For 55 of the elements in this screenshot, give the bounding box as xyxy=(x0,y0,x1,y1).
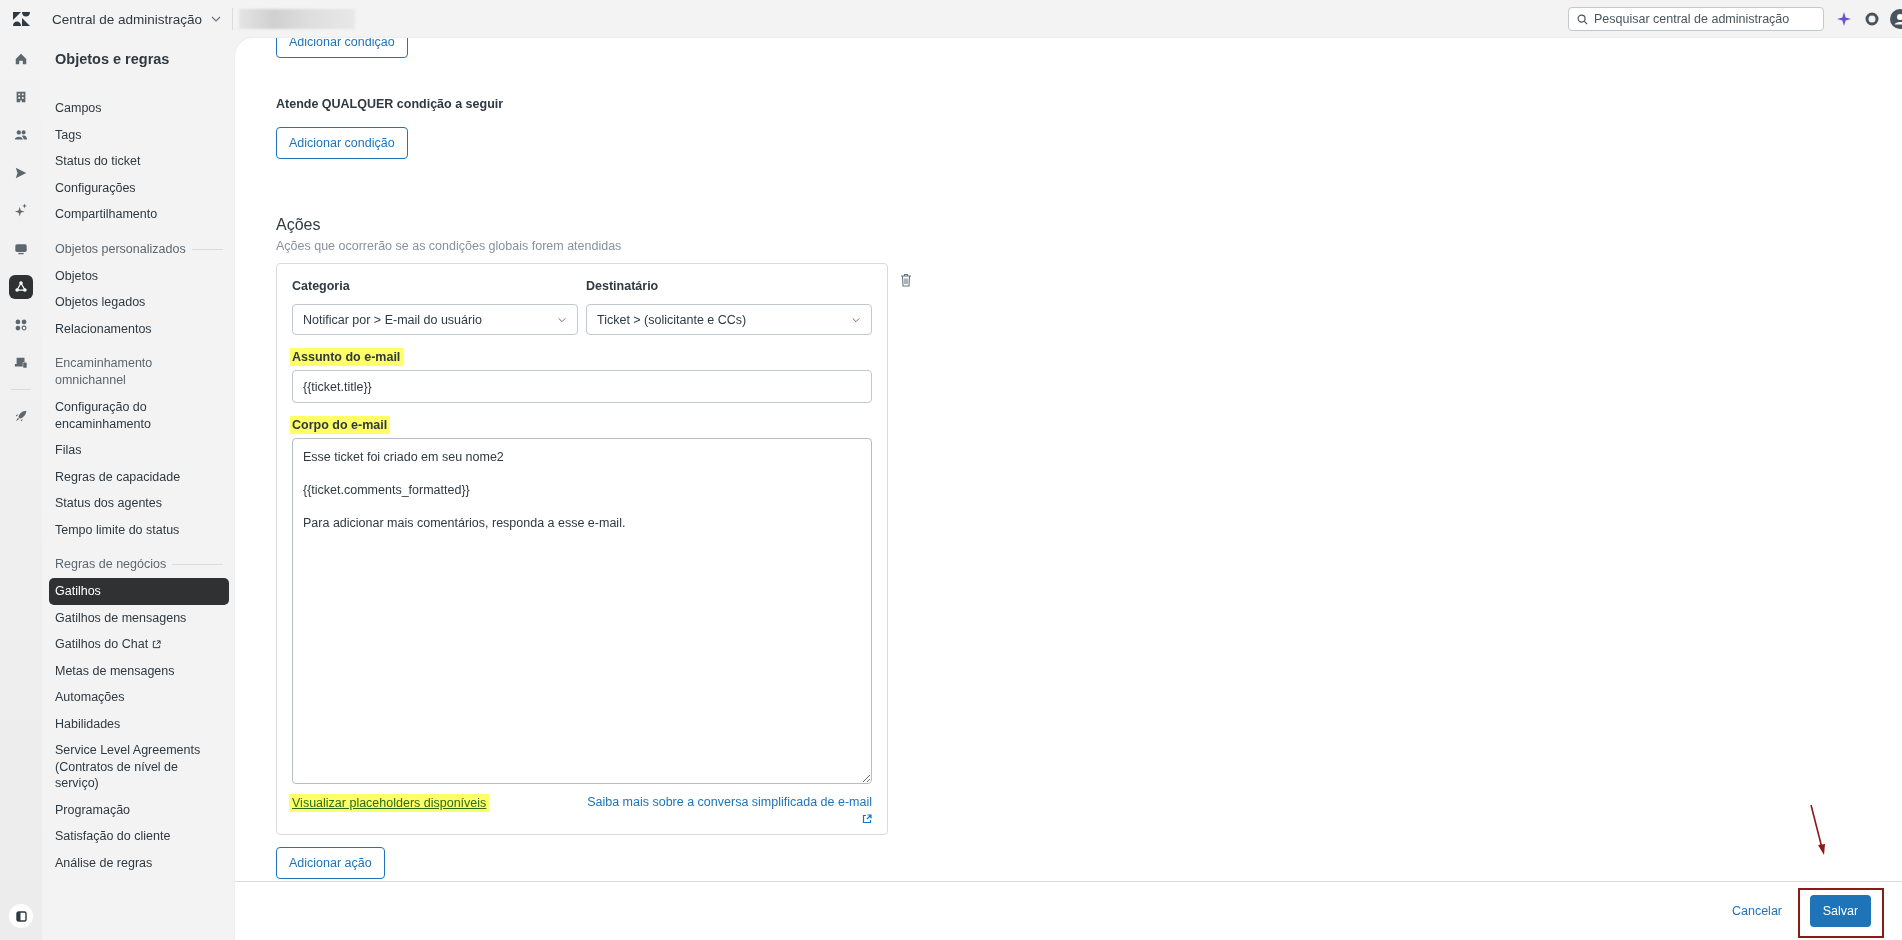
logo-icon[interactable] xyxy=(12,12,30,26)
external-link-icon[interactable] xyxy=(862,814,872,824)
add-action-button[interactable]: Adicionar ação xyxy=(276,847,385,879)
body-field[interactable]: Esse ticket foi criado em seu nome2 {{ticket.comments_formatted}} Para adicionar mais comentários, responda a esse e-mail. xyxy=(292,438,872,784)
sidebar-item[interactable]: Configurações xyxy=(49,174,229,201)
section-heading: Regras de negócios xyxy=(55,556,167,573)
search-field[interactable]: Pesquisar central de administração xyxy=(1568,7,1824,31)
sidebar-item[interactable]: Satisfação do cliente xyxy=(49,823,229,850)
sidebar-toggle-icon[interactable] xyxy=(9,904,33,928)
external-link-icon xyxy=(152,640,162,649)
help-icon[interactable] xyxy=(1864,11,1880,27)
recipient-select[interactable]: Ticket > (solicitante e CCs) xyxy=(586,304,872,335)
save-button[interactable]: Salvar xyxy=(1810,895,1871,927)
field-label: Corpo do e-mail xyxy=(290,416,391,434)
sidebar-item[interactable]: Gatilhos de mensagens xyxy=(49,604,229,631)
learn-more-link[interactable]: Saiba mais sobre a conversa simplificada de e-mail xyxy=(587,794,872,810)
field-label: Categoria xyxy=(291,278,351,295)
sidebar-item[interactable]: Filas xyxy=(49,437,229,464)
sidebar-item[interactable]: Gatilhos do Chat xyxy=(49,631,229,658)
search-icon xyxy=(1577,13,1588,25)
section-title: Ações xyxy=(276,215,321,235)
sidebar-item[interactable]: Objetos legados xyxy=(49,289,229,316)
sidebar-item[interactable]: Tempo limite do status xyxy=(49,516,229,543)
sidebar-item[interactable]: Configuração do encaminhamento xyxy=(49,394,229,437)
field-label: Destinatário xyxy=(585,278,660,295)
sidebar-item[interactable]: Tags xyxy=(49,121,229,148)
section-heading: Encaminhamento omnichannel xyxy=(55,355,154,389)
sidebar-item[interactable]: Status dos agentes xyxy=(49,490,229,517)
cancel-link[interactable]: Cancelar xyxy=(1731,904,1782,918)
sidebar-item[interactable]: Status do ticket xyxy=(49,148,229,175)
product-name[interactable]: Central de administração xyxy=(52,11,203,27)
sidebar-item[interactable]: Programação xyxy=(49,796,229,823)
sidebar-item[interactable]: Metas de mensagens xyxy=(49,657,229,684)
placeholders-link[interactable]: Visualizar placeholders disponíveis xyxy=(289,794,490,812)
sidebar-item[interactable]: Compartilhamento xyxy=(49,201,229,228)
sidebar-item[interactable]: Service Level Agreements (Contratos de nível de serviço) xyxy=(49,737,229,797)
sparkle-icon[interactable] xyxy=(1836,11,1852,27)
sidebar-item[interactable]: Regras de capacidade xyxy=(49,463,229,490)
section-label: Atende QUALQUER condição a seguir xyxy=(276,96,504,112)
category-select[interactable]: Notificar por > E-mail do usuário xyxy=(292,304,578,335)
objects-icon[interactable] xyxy=(9,275,33,299)
sidebar-item[interactable]: Gatilhos xyxy=(49,578,229,605)
section-heading: Objetos personalizados xyxy=(55,240,186,258)
section-subtitle: Ações que ocorrerão se as condições globais forem atendidas xyxy=(276,238,622,254)
sidebar-title: Objetos e regras xyxy=(54,50,171,69)
sidebar-item[interactable]: Análise de regras xyxy=(49,849,229,876)
subject-field[interactable]: {{ticket.title}} xyxy=(292,370,872,403)
trash-icon[interactable] xyxy=(900,273,912,287)
sidebar-item[interactable]: Habilidades xyxy=(49,710,229,737)
sidebar-item[interactable]: Automações xyxy=(49,684,229,711)
sidebar-item[interactable]: Objetos xyxy=(49,262,229,289)
field-label: Assunto do e-mail xyxy=(290,348,404,366)
sidebar-item[interactable]: Relacionamentos xyxy=(49,315,229,342)
add-condition-button[interactable]: Adicionar condição xyxy=(276,127,408,159)
sidebar-item[interactable]: Campos xyxy=(49,95,229,122)
